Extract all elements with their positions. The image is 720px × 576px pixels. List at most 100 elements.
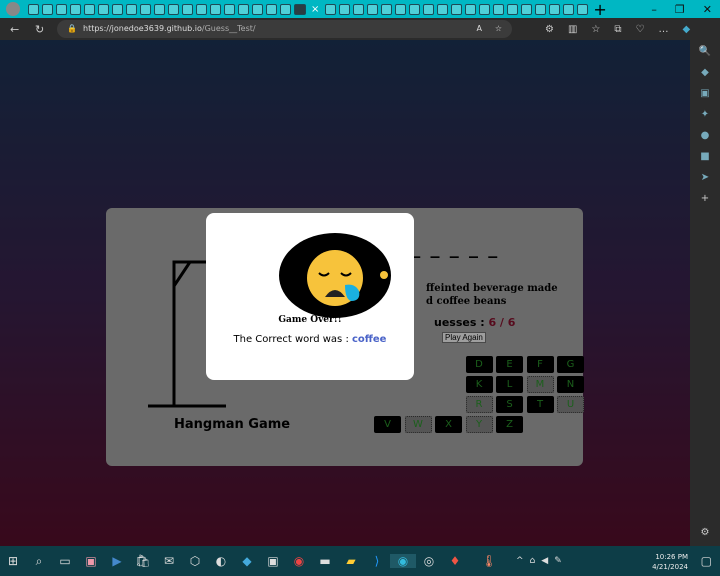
network-icon[interactable]: ⌂ bbox=[530, 556, 536, 566]
notifications-icon[interactable]: ▢ bbox=[701, 554, 712, 568]
browser-tab[interactable] bbox=[408, 3, 420, 15]
correct-word: coffee bbox=[352, 334, 387, 345]
terminal-icon[interactable]: ▬ bbox=[312, 554, 338, 568]
browser-tab[interactable] bbox=[478, 3, 490, 15]
back-icon[interactable]: ← bbox=[10, 23, 19, 36]
powershell-icon[interactable]: ▶ bbox=[104, 554, 130, 568]
edge-sidebar: 🔍 ◆ ▣ ✦ ● ■ ➤ + ⚙ bbox=[690, 40, 720, 546]
new-tab-button[interactable]: + bbox=[593, 0, 606, 19]
browser-tab[interactable] bbox=[55, 3, 67, 15]
browser-tab[interactable] bbox=[324, 3, 336, 15]
more-icon[interactable]: … bbox=[659, 24, 669, 35]
search-icon[interactable]: 🔍 bbox=[699, 46, 711, 57]
edge-icon[interactable]: ◉ bbox=[390, 554, 416, 568]
outlook-icon[interactable]: ■ bbox=[700, 151, 709, 162]
url-input[interactable]: 🔒 https://jonedoe3639.github.io/Guess__Te… bbox=[57, 20, 512, 38]
start-icon[interactable]: ⊞ bbox=[0, 554, 26, 568]
app-icon[interactable]: ◐ bbox=[208, 554, 234, 568]
mail-icon[interactable]: ✉ bbox=[156, 554, 182, 568]
chrome-icon[interactable]: ◉ bbox=[286, 554, 312, 568]
3d-viewer-icon[interactable]: ⬡ bbox=[182, 554, 208, 568]
pen-icon[interactable]: ✎ bbox=[554, 556, 562, 566]
search-icon[interactable]: ⌕ bbox=[26, 554, 52, 569]
vscode-icon[interactable]: ⟩ bbox=[364, 554, 390, 568]
browser-tab[interactable] bbox=[237, 3, 249, 15]
chevron-up-icon[interactable]: ^ bbox=[516, 556, 524, 566]
games-icon[interactable]: ✦ bbox=[701, 109, 709, 120]
split-screen-icon[interactable]: ▥ bbox=[568, 24, 577, 35]
page: c _ _ _ _ _ ffeinted beverage made d coff… bbox=[0, 40, 690, 546]
sad-face-icon bbox=[279, 233, 391, 318]
collections-icon[interactable]: ⧉ bbox=[614, 24, 621, 35]
browser-tab[interactable] bbox=[450, 3, 462, 15]
browser-tab[interactable] bbox=[265, 3, 277, 15]
favorites-icon[interactable]: ☆ bbox=[591, 24, 600, 35]
close-tab-button[interactable]: × bbox=[311, 4, 319, 15]
app-icon[interactable]: ▣ bbox=[78, 554, 104, 568]
add-icon[interactable]: + bbox=[701, 193, 709, 204]
browser-tab[interactable] bbox=[506, 3, 518, 15]
clock[interactable]: 10:26 PM 4/21/2024 bbox=[652, 552, 688, 572]
toolbox-icon[interactable]: ▣ bbox=[700, 88, 709, 99]
extensions-icon[interactable]: ⚙ bbox=[545, 24, 554, 35]
browser-tab[interactable] bbox=[464, 3, 476, 15]
minimize-button[interactable]: – bbox=[651, 3, 657, 16]
browser-tab[interactable] bbox=[181, 3, 193, 15]
browser-tab[interactable] bbox=[394, 3, 406, 15]
browser-tab[interactable] bbox=[576, 3, 588, 15]
browser-tab[interactable] bbox=[548, 3, 560, 15]
browser-tab[interactable] bbox=[422, 3, 434, 15]
task-view-icon[interactable]: ▭ bbox=[52, 554, 78, 568]
copilot-icon[interactable]: ◆ bbox=[683, 24, 691, 35]
browser-tab[interactable] bbox=[562, 3, 574, 15]
taskbar: ⊞ ⌕ ▭ ▣ ▶ 🛍 ✉ ⬡ ◐ ◆ ▣ ◉ ▬ ▰ ⟩ ◉ ◎ ♦ 🌡 ^ ⌂… bbox=[0, 546, 720, 576]
browser-tab[interactable] bbox=[83, 3, 95, 15]
store-icon[interactable]: 🛍 bbox=[130, 554, 156, 568]
browser-tab[interactable] bbox=[338, 3, 350, 15]
browser-tab[interactable] bbox=[195, 3, 207, 15]
office-icon[interactable]: ● bbox=[701, 130, 710, 141]
file-explorer-icon[interactable]: ▰ bbox=[338, 554, 364, 568]
browser-tab[interactable] bbox=[279, 3, 291, 15]
system-tray[interactable]: ^ ⌂ ◀ ✎ bbox=[516, 556, 562, 566]
app-icon[interactable]: ◆ bbox=[234, 554, 260, 568]
browser-tab[interactable] bbox=[167, 3, 179, 15]
shopping-icon[interactable]: ◆ bbox=[701, 67, 709, 78]
browser-tab[interactable] bbox=[352, 3, 364, 15]
settings-icon[interactable]: ⚙ bbox=[701, 527, 710, 538]
browser-tab[interactable] bbox=[436, 3, 448, 15]
browser-tab[interactable] bbox=[520, 3, 532, 15]
send-icon[interactable]: ➤ bbox=[701, 172, 709, 183]
game-over-modal: Game Over!! The Correct word was : coffe… bbox=[206, 213, 414, 380]
browser-tab[interactable] bbox=[153, 3, 165, 15]
app-icon[interactable]: ◎ bbox=[416, 554, 442, 568]
browser-tab[interactable] bbox=[209, 3, 221, 15]
browser-tab[interactable] bbox=[251, 3, 263, 15]
browser-tab[interactable] bbox=[534, 3, 546, 15]
browser-tab[interactable] bbox=[125, 3, 137, 15]
volume-icon[interactable]: ◀ bbox=[541, 556, 548, 566]
favorite-star-icon[interactable]: ☆ bbox=[495, 20, 502, 38]
close-window-button[interactable]: ✕ bbox=[703, 3, 712, 16]
browser-tab[interactable] bbox=[380, 3, 392, 15]
app-icon[interactable]: ♦ bbox=[442, 554, 468, 568]
lock-icon: 🔒 bbox=[67, 24, 77, 33]
browser-tab[interactable] bbox=[69, 3, 81, 15]
refresh-icon[interactable]: ↻ bbox=[35, 23, 44, 36]
maximize-button[interactable]: ❐ bbox=[675, 3, 685, 16]
url-path: /Guess__Test/ bbox=[201, 24, 256, 33]
browser-tab[interactable] bbox=[293, 3, 306, 15]
browser-tab[interactable] bbox=[366, 3, 378, 15]
browser-tab[interactable] bbox=[139, 3, 151, 15]
profile-avatar[interactable] bbox=[6, 2, 20, 16]
browser-tab[interactable] bbox=[223, 3, 235, 15]
browser-tab[interactable] bbox=[97, 3, 109, 15]
browser-tab[interactable] bbox=[492, 3, 504, 15]
temperature-icon[interactable]: 🌡 bbox=[476, 554, 502, 568]
browser-tab[interactable] bbox=[41, 3, 53, 15]
read-aloud-icon[interactable]: A bbox=[477, 20, 482, 38]
browser-tab[interactable] bbox=[27, 3, 39, 15]
browser-tab[interactable] bbox=[111, 3, 123, 15]
health-icon[interactable]: ♡ bbox=[636, 24, 645, 35]
app-icon[interactable]: ▣ bbox=[260, 554, 286, 568]
